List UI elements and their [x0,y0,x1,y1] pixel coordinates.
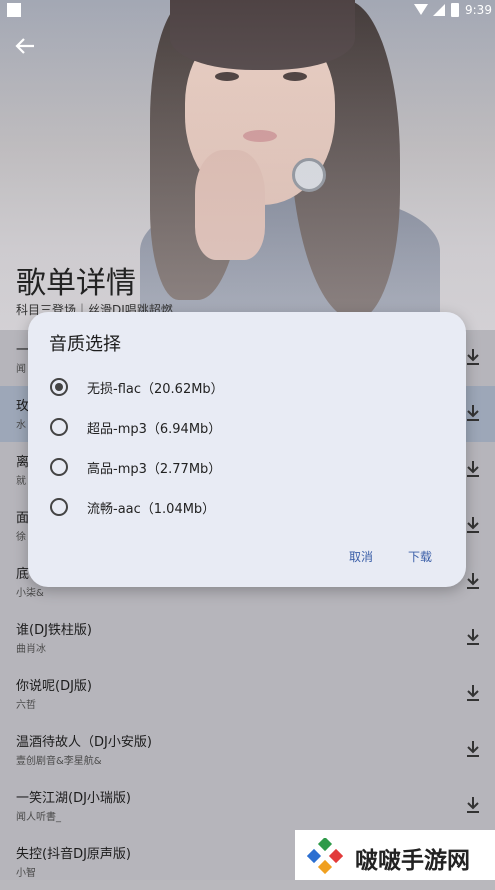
option-label: 流畅-aac（1.04Mb） [87,502,216,517]
song-artist: 就 [16,476,26,487]
download-icon[interactable] [466,515,480,535]
song-title: 一笑江湖(DJ小瑞版) [16,791,131,806]
option-label: 超品-mp3（6.94Mb） [87,422,222,437]
song-title: 失控(抖音DJ原声版) [16,847,131,862]
song-artist: 曲肖冰 [16,644,46,655]
radio-button[interactable] [50,498,68,516]
download-icon[interactable] [466,739,480,759]
radio-button[interactable] [50,418,68,436]
option-label: 高品-mp3（2.77Mb） [87,462,222,477]
quality-option-mp3-medium[interactable]: 高品-mp3（2.77Mb） [48,452,428,482]
cellular-signal-icon [433,4,445,16]
download-button[interactable]: 下载 [408,548,432,565]
battery-icon [451,3,459,17]
download-icon[interactable] [466,347,480,367]
status-bar: 9:39 [0,0,495,22]
quality-option-mp3-high[interactable]: 超品-mp3（6.94Mb） [48,412,428,442]
download-icon[interactable] [466,627,480,647]
watermark-text: 啵啵手游网 [355,848,470,874]
wifi-icon [414,4,428,15]
option-label: 无损-flac（20.62Mb） [87,382,224,397]
download-icon[interactable] [466,683,480,703]
song-title: 你说呢(DJ版) [16,679,92,694]
status-time: 9:39 [465,3,492,17]
song-artist: 小智 [16,868,36,879]
song-artist: 徐 [16,532,26,543]
back-arrow-icon[interactable] [14,36,36,56]
song-artist: 闻 [16,364,26,375]
quality-select-dialog: 音质选择 无损-flac（20.62Mb） 超品-mp3（6.94Mb） 高品-… [28,312,466,587]
quality-option-aac[interactable]: 流畅-aac（1.04Mb） [48,492,428,522]
song-row[interactable]: 一笑江湖(DJ小瑞版) 闻人听書_ [0,778,495,834]
cancel-button[interactable]: 取消 [349,548,373,565]
download-icon[interactable] [466,459,480,479]
song-artist: 小柒& [16,588,44,599]
song-artist: 六哲 [16,700,36,711]
notification-icon [7,3,21,17]
song-row[interactable]: 你说呢(DJ版) 六哲 [0,666,495,722]
song-artist: 水 [16,420,26,431]
song-row[interactable]: 温酒待故人（DJ小安版) 壹创剧音&李星航& [0,722,495,778]
song-artist: 闻人听書_ [16,812,61,823]
download-icon[interactable] [466,403,480,423]
song-title: 谁(DJ铁柱版) [16,623,92,638]
song-title: 温酒待故人（DJ小安版) [16,735,152,750]
download-icon[interactable] [466,571,480,591]
radio-button[interactable] [50,458,68,476]
radio-button-selected[interactable] [50,378,68,396]
song-artist: 壹创剧音&李星航& [16,756,102,767]
download-icon[interactable] [466,795,480,815]
quality-option-flac[interactable]: 无损-flac（20.62Mb） [48,372,428,402]
dialog-title: 音质选择 [49,334,121,355]
page-title: 歌单详情 [16,266,136,301]
watermark-logo-icon [306,836,344,875]
song-row[interactable]: 谁(DJ铁柱版) 曲肖冰 [0,610,495,666]
watermark: 啵啵手游网 [295,830,495,880]
